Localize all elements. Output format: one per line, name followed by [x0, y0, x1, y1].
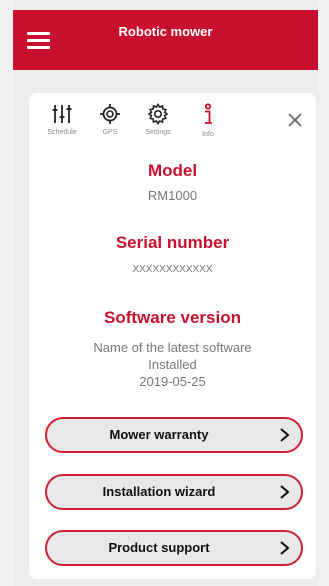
tab-schedule[interactable]: Schedule [41, 103, 83, 151]
software-name: Name of the latest software [93, 340, 252, 355]
model-title: Model [147, 161, 198, 180]
app-header: Robotic mower [13, 10, 318, 70]
software-version-title: Software version [104, 308, 241, 327]
toolbar: Schedule GPS Settings Info [29, 93, 316, 153]
tab-gps[interactable]: GPS [89, 103, 131, 151]
chevron-right-icon [280, 485, 290, 499]
tab-schedule-label: Schedule [47, 129, 77, 136]
close-icon [288, 113, 302, 127]
chevron-right-icon [280, 428, 290, 442]
installation-wizard-button[interactable]: Installation wizard [45, 474, 303, 510]
chevron-right-icon [280, 541, 290, 555]
tab-gps-label: GPS [102, 129, 118, 136]
tab-settings[interactable]: Settings [137, 103, 179, 151]
serial-number-value: XXXXXXXXXXXX [132, 264, 213, 275]
close-button[interactable] [286, 111, 304, 129]
schedule-sliders-icon [52, 105, 72, 123]
tab-info[interactable]: Info [187, 103, 229, 151]
tab-settings-label: Settings [145, 129, 171, 136]
software-date: 2019-05-25 [139, 374, 206, 389]
serial-number-title: Serial number [115, 233, 230, 252]
software-status: Installed [148, 357, 197, 372]
product-support-label: Product support [108, 540, 210, 555]
installation-wizard-label: Installation wizard [102, 484, 216, 499]
gear-icon [147, 103, 169, 125]
mower-warranty-label: Mower warranty [109, 427, 209, 442]
gps-target-icon [100, 104, 120, 124]
model-value: RM1000 [147, 188, 198, 203]
mower-warranty-button[interactable]: Mower warranty [45, 417, 303, 453]
product-support-button[interactable]: Product support [45, 530, 303, 566]
info-icon [204, 103, 212, 124]
tab-info-label: Info [202, 131, 214, 138]
page-title: Robotic mower [118, 24, 213, 39]
